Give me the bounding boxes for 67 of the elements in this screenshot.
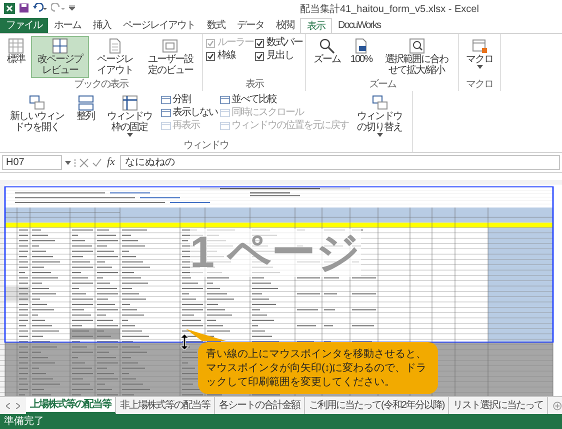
ribbon-button[interactable]: 改ページプレビュー [31,36,89,78]
caret-icon[interactable] [65,160,71,164]
ribbon-button[interactable]: 分割 [160,94,218,106]
window-icon [160,121,171,131]
windows-icon [28,95,45,111]
ribbon-button[interactable]: 新しいウィンドウを開く [3,93,71,135]
ribbon-tab[interactable]: 数式 [201,18,231,33]
previous-sheet-icon[interactable] [6,402,10,408]
resize-cursor-icon [180,334,189,350]
undo-icon[interactable] [33,3,47,13]
checkbox[interactable]: 数式バー [255,37,302,49]
insert-function-button[interactable]: fx [105,154,117,171]
ribbon-tab[interactable]: DocuWorks [332,18,386,33]
save-icon[interactable] [19,3,29,13]
sheet-tab[interactable]: 上場株式等の配当等 [26,397,116,414]
group-label: ブックの表示 [73,79,130,91]
ribbon-button[interactable]: ユーザー設定のビュー [141,36,200,78]
excel-logo-icon [4,2,15,14]
ribbon-button[interactable]: 整列 [72,93,99,124]
customize-caret-icon[interactable] [69,5,75,11]
ribbon-tab[interactable]: 校閲 [270,18,300,33]
ribbon-button[interactable]: 選択範囲に合わせて拡大/縮小 [378,36,456,78]
window-icon [160,108,171,118]
ribbon-button[interactable]: マクロ [462,36,498,71]
add-sheet-icon[interactable] [553,400,562,410]
windows-icon [372,95,388,111]
window-icon [220,108,230,118]
separator-dots-icon [74,158,76,168]
ribbon-tab[interactable]: 挿入 [87,18,117,33]
check-icon[interactable] [92,158,102,168]
search-icon [408,38,425,54]
window-icon [122,95,138,111]
ribbon-tab[interactable]: データ [231,18,270,33]
group-label: 表示 [244,79,265,91]
ribbon-button[interactable]: ウィンドウの切り替え [350,93,409,139]
ribbon-button[interactable]: 100% [346,36,376,67]
ribbon-button[interactable]: 表示しない [160,107,218,119]
ribbon-tab[interactable]: ページレイアウト [117,18,201,33]
checkbox[interactable]: 見出し [255,50,302,62]
callout-pointer [186,329,226,341]
grid-icon [8,38,24,54]
group-label: マクロ [465,79,494,91]
search-icon [318,38,335,54]
ribbon-button[interactable]: ウィンドウ枠の固定 [100,93,159,139]
file-tab[interactable]: ファイル [0,18,48,33]
group-label: ウィンドウ [182,140,230,152]
ribbon-button[interactable]: 標準 [3,36,29,67]
window-icon [220,95,230,105]
windows-icon [78,95,94,111]
cancel-icon[interactable] [79,158,89,168]
macro-icon [472,38,488,54]
ribbon-tab[interactable]: 表示 [300,18,332,33]
ribbon-tab[interactable]: ホーム [48,18,87,33]
window-icon [160,95,171,105]
window-title: 配当集計41_haitou_form_v5.xlsx - Excel [300,2,479,17]
checkbox[interactable]: 枠線 [206,50,254,62]
window-icon [162,38,178,54]
page-label: 1 ページ [190,228,361,277]
group-label: ズーム [368,79,398,91]
status-text: 準備完了 [4,414,44,429]
formula-field[interactable]: なにぬねの [120,155,560,170]
ribbon-button[interactable]: ズーム [309,36,344,67]
next-sheet-icon[interactable] [16,402,20,408]
window-icon [220,121,230,131]
ribbon-button[interactable]: ページレイアウト [91,36,140,78]
name-box[interactable]: H07 [2,155,62,170]
ribbon-button[interactable]: 並べて比較 [220,94,349,106]
